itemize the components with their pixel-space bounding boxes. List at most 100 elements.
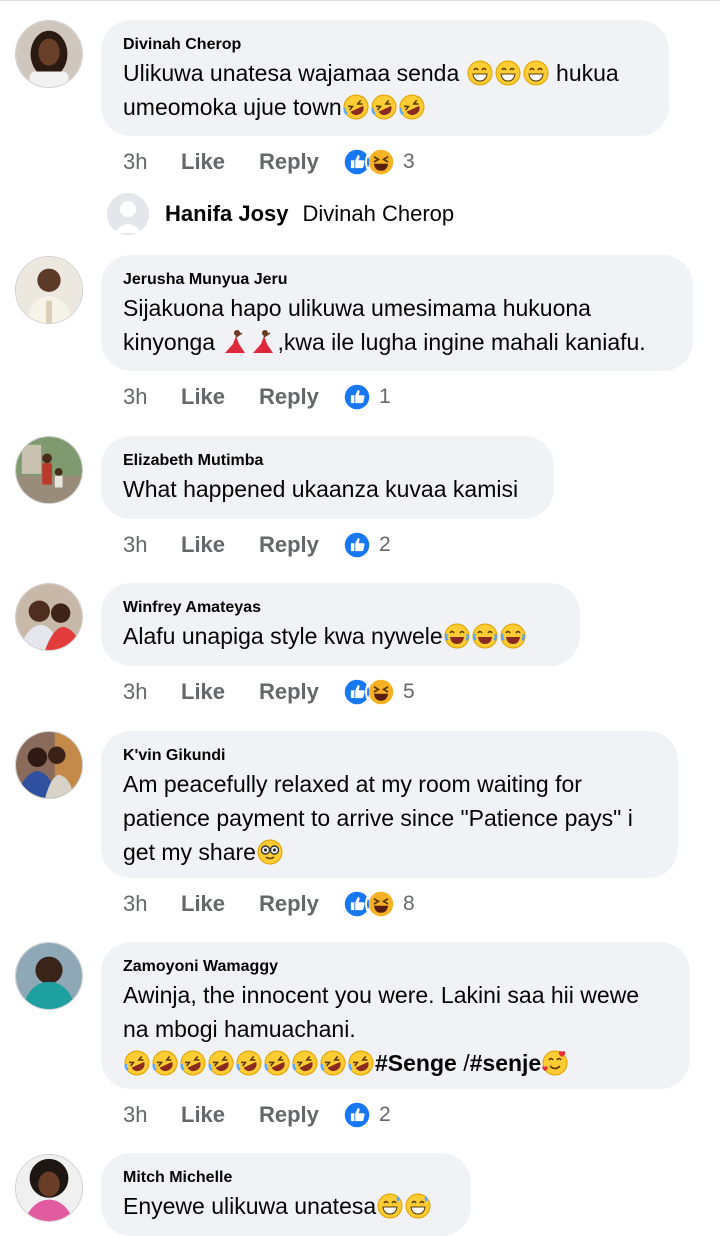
comment-text: umeomoka ujue town <box>123 90 647 124</box>
comment-text-line: get my share <box>123 839 256 865</box>
reaction-count: 1 <box>379 385 391 408</box>
reaction-count: 2 <box>379 533 391 556</box>
reply-author[interactable]: Hanifa Josy <box>165 201 289 227</box>
like-reaction-icon <box>341 1099 373 1131</box>
comment-text-line: / <box>456 1050 470 1076</box>
grin-emoji-icon <box>467 60 493 86</box>
comment-bubble: Mitch Michelle Enyewe ulikuwa unatesa <box>101 1153 471 1236</box>
dancer-emoji-icon <box>222 329 248 355</box>
rofl-emoji-icon <box>343 94 369 120</box>
comment-bubble: Winfrey Amateyas Alafu unapiga style kwa… <box>101 583 580 666</box>
haha-reaction-icon <box>365 888 397 920</box>
rofl-emoji-icon <box>124 1050 150 1076</box>
rofl-emoji-icon <box>264 1050 290 1076</box>
reply-button[interactable]: Reply <box>259 679 341 705</box>
comment-text-line: Sijakuona hapo ulikuwa umesimama hukuona <box>123 295 591 321</box>
rofl-emoji-icon <box>292 1050 318 1076</box>
rofl-emoji-icon <box>348 1050 374 1076</box>
comment-text-line: What happened ukaanza kuvaa kamisi <box>123 476 519 502</box>
comment-author[interactable]: Jerusha Munyua Jeru <box>123 269 671 291</box>
reaction-summary[interactable]: 8 <box>341 888 415 920</box>
comment-author[interactable]: Divinah Cherop <box>123 34 647 56</box>
comment-text-line: Awinja, the innocent you were. Lakini sa… <box>123 982 640 1008</box>
comment-text-line: umeomoka ujue town <box>123 94 342 120</box>
reaction-summary[interactable]: 2 <box>341 1099 391 1131</box>
avatar[interactable] <box>15 583 83 651</box>
comment-text-line: hukua <box>549 60 619 86</box>
reply-button[interactable]: Reply <box>259 1102 341 1128</box>
comment-bubble: K'vin Gikundi Am peacefully relaxed at m… <box>101 731 678 878</box>
nerd-face-emoji-icon <box>257 839 283 865</box>
comment-bubble: Divinah Cherop Ulikuwa unatesa wajamaa s… <box>101 20 669 136</box>
comment-author[interactable]: K'vin Gikundi <box>123 745 656 767</box>
comment-author[interactable]: Elizabeth Mutimba <box>123 450 532 472</box>
rofl-emoji-icon <box>320 1050 346 1076</box>
reply-button[interactable]: Reply <box>259 532 341 558</box>
comment-timestamp[interactable]: 3h <box>123 679 181 705</box>
comment-bubble: Zamoyoni Wamaggy Awinja, the innocent yo… <box>101 942 690 1089</box>
comment-text-line: na mbogi hamuachani. <box>123 1016 356 1042</box>
avatar[interactable] <box>15 436 83 504</box>
reaction-summary[interactable]: 2 <box>341 529 391 561</box>
like-reaction-icon <box>341 529 373 561</box>
reaction-count: 8 <box>403 892 415 915</box>
top-divider <box>0 0 720 1</box>
comment-text-line: Am peacefully relaxed at my room waiting… <box>123 771 582 797</box>
comment-author[interactable]: Zamoyoni Wamaggy <box>123 956 668 978</box>
comment-text: Ulikuwa unatesa wajamaa senda hukua <box>123 56 647 90</box>
comment-actions: 3h Like Reply 5 <box>123 675 415 709</box>
rofl-emoji-icon <box>180 1050 206 1076</box>
grin-emoji-icon <box>523 60 549 86</box>
like-button[interactable]: Like <box>181 1102 259 1128</box>
reaction-summary[interactable]: 3 <box>341 146 415 178</box>
grin-emoji-icon <box>495 60 521 86</box>
comment-text-line: kinyonga <box>123 329 222 355</box>
avatar[interactable] <box>15 1154 83 1222</box>
reply-avatar <box>107 193 149 235</box>
haha-reaction-icon <box>365 146 397 178</box>
comment-actions: 3h Like Reply 1 <box>123 380 391 414</box>
rofl-emoji-icon <box>236 1050 262 1076</box>
comment-text: get my share <box>123 835 656 869</box>
comment-timestamp[interactable]: 3h <box>123 891 181 917</box>
like-button[interactable]: Like <box>181 384 259 410</box>
haha-reaction-icon <box>365 676 397 708</box>
comment-text: Enyewe ulikuwa unatesa <box>123 1189 449 1223</box>
comment-text-line: ,kwa ile lugha ingine mahali kaniafu. <box>277 329 646 355</box>
rofl-emoji-icon <box>371 94 397 120</box>
avatar[interactable] <box>15 731 83 799</box>
comment-bubble: Jerusha Munyua Jeru Sijakuona hapo uliku… <box>101 255 693 371</box>
smiling-face-with-hearts-emoji-icon <box>542 1050 568 1076</box>
reaction-summary[interactable]: 1 <box>341 381 391 413</box>
grinning-sweat-emoji-icon <box>377 1193 403 1219</box>
avatar[interactable] <box>15 256 83 324</box>
comment-actions: 3h Like Reply 3 <box>123 145 415 179</box>
comment-timestamp[interactable]: 3h <box>123 532 181 558</box>
reply-button[interactable]: Reply <box>259 384 341 410</box>
hashtag-link[interactable]: #senje <box>470 1050 542 1076</box>
like-button[interactable]: Like <box>181 679 259 705</box>
avatar[interactable] <box>15 942 83 1010</box>
avatar[interactable] <box>15 20 83 88</box>
reaction-count: 3 <box>403 150 415 173</box>
reaction-summary[interactable]: 5 <box>341 676 415 708</box>
comment-text: Alafu unapiga style kwa nywele <box>123 619 558 653</box>
reply-preview[interactable]: Hanifa Josy Divinah Cherop <box>107 192 454 236</box>
dancer-emoji-icon <box>250 329 276 355</box>
comment-author[interactable]: Mitch Michelle <box>123 1167 449 1189</box>
reply-button[interactable]: Reply <box>259 891 341 917</box>
reply-button[interactable]: Reply <box>259 149 341 175</box>
like-button[interactable]: Like <box>181 149 259 175</box>
comment-actions: 3h Like Reply 2 <box>123 528 391 562</box>
comment-timestamp[interactable]: 3h <box>123 384 181 410</box>
comment-timestamp[interactable]: 3h <box>123 1102 181 1128</box>
rofl-emoji-icon <box>399 94 425 120</box>
like-button[interactable]: Like <box>181 891 259 917</box>
comment-author[interactable]: Winfrey Amateyas <box>123 597 558 619</box>
grinning-sweat-emoji-icon <box>405 1193 431 1219</box>
rofl-emoji-icon <box>208 1050 234 1076</box>
hashtag-link[interactable]: #Senge <box>375 1050 457 1076</box>
like-button[interactable]: Like <box>181 532 259 558</box>
comment-text-line: patience payment to arrive since "Patien… <box>123 805 633 831</box>
comment-timestamp[interactable]: 3h <box>123 149 181 175</box>
